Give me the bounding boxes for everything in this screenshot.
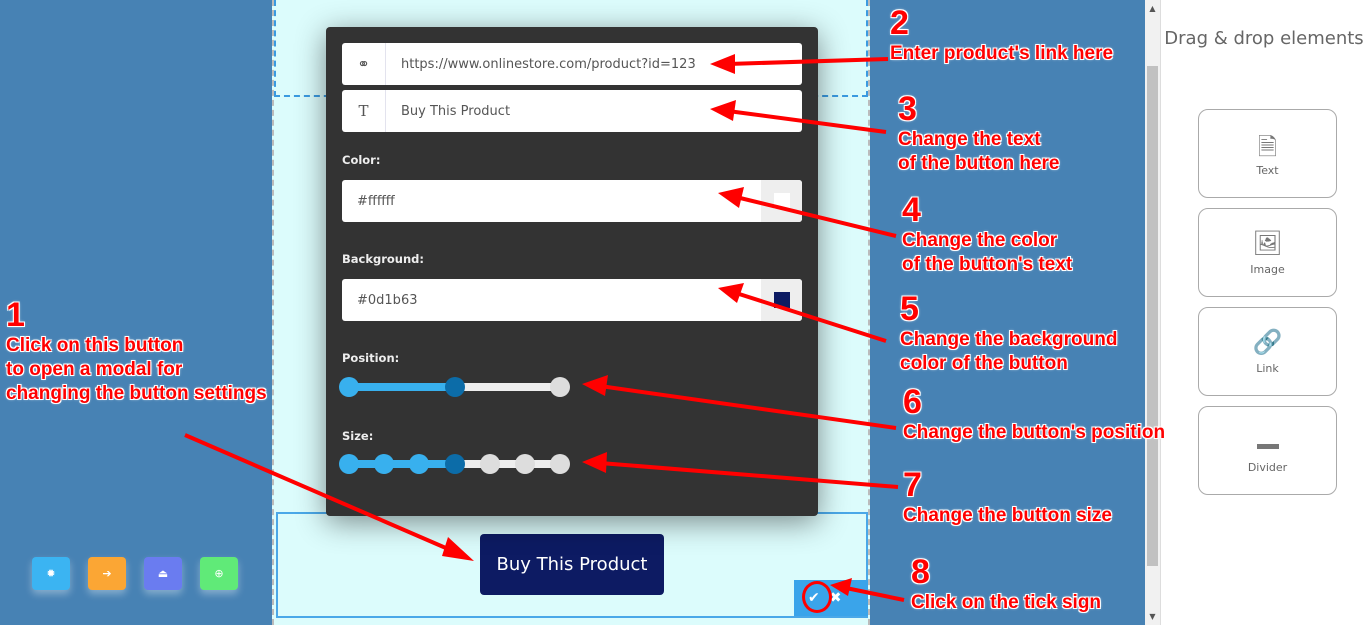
arrow-6	[599, 384, 897, 430]
annotation-6: 6 Change the button's position	[903, 383, 1166, 443]
arrow-7	[599, 461, 899, 489]
annotation-2: 2 Enter product's link here	[890, 4, 1114, 64]
annotation-8: 8 Click on the tick sign	[911, 553, 1102, 613]
arrow-2	[727, 57, 889, 66]
arrow-1	[184, 433, 463, 557]
annotation-5: 5 Change the background color of the butt…	[900, 290, 1118, 374]
annotation-1: 1 Click on this button to open a modal fo…	[6, 296, 267, 404]
arrow-8	[845, 586, 905, 602]
arrow-5	[735, 291, 887, 343]
annotation-4: 4 Change the color of the button's text	[902, 191, 1073, 275]
arrow-4	[735, 195, 897, 238]
arrow-3	[727, 109, 887, 134]
annotation-3: 3 Change the text of the button here	[898, 90, 1060, 174]
annotation-7: 7 Change the button size	[903, 466, 1112, 526]
